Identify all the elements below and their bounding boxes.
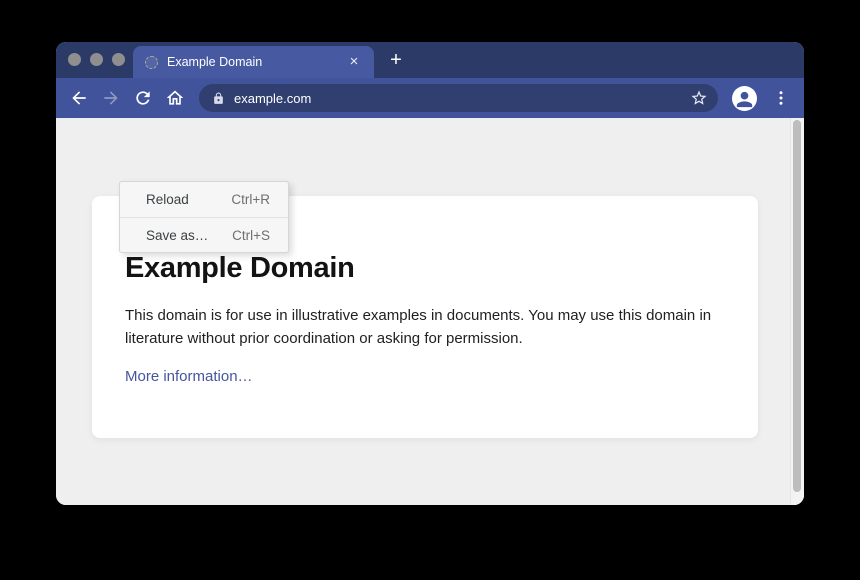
tab-strip: Example Domain × +	[56, 42, 804, 78]
menu-item-shortcut: Ctrl+R	[231, 192, 270, 207]
page-title: Example Domain	[125, 252, 722, 285]
globe-favicon-icon	[145, 56, 158, 69]
menu-item-label: Save as…	[146, 228, 208, 243]
context-menu-item-reload[interactable]: Reload Ctrl+R	[120, 182, 288, 217]
browser-window: Example Domain × + example.	[56, 42, 804, 505]
back-icon[interactable]	[69, 88, 89, 108]
more-information-link[interactable]: More information…	[125, 368, 253, 385]
browser-menu-icon[interactable]	[772, 89, 790, 107]
context-menu: Reload Ctrl+R Save as… Ctrl+S	[119, 181, 289, 253]
bookmark-star-icon[interactable]	[690, 89, 708, 107]
desktop-background: Example Domain × + example.	[0, 0, 860, 580]
context-menu-item-save-as[interactable]: Save as… Ctrl+S	[120, 217, 288, 252]
reload-icon[interactable]	[133, 88, 153, 108]
page-paragraph: This domain is for use in illustrative e…	[125, 304, 717, 351]
scrollbar-thumb[interactable]	[793, 120, 801, 492]
page-viewport: Example Domain This domain is for use in…	[56, 118, 804, 505]
forward-icon[interactable]	[101, 88, 121, 108]
new-tab-button[interactable]: +	[384, 49, 408, 73]
window-controls	[68, 53, 125, 66]
browser-toolbar: example.com	[56, 78, 804, 118]
address-bar[interactable]: example.com	[199, 84, 718, 112]
profile-avatar-icon[interactable]	[732, 86, 757, 111]
url-text[interactable]: example.com	[234, 91, 690, 106]
menu-item-label: Reload	[146, 192, 189, 207]
home-icon[interactable]	[165, 88, 185, 108]
window-minimize-button[interactable]	[90, 53, 103, 66]
page-scrollbar[interactable]	[790, 118, 804, 505]
window-zoom-button[interactable]	[112, 53, 125, 66]
tab-title: Example Domain	[167, 55, 346, 69]
tab-close-icon[interactable]: ×	[346, 54, 362, 70]
window-close-button[interactable]	[68, 53, 81, 66]
menu-item-shortcut: Ctrl+S	[232, 228, 270, 243]
tab-example-domain[interactable]: Example Domain ×	[133, 46, 374, 78]
lock-icon	[212, 92, 225, 105]
